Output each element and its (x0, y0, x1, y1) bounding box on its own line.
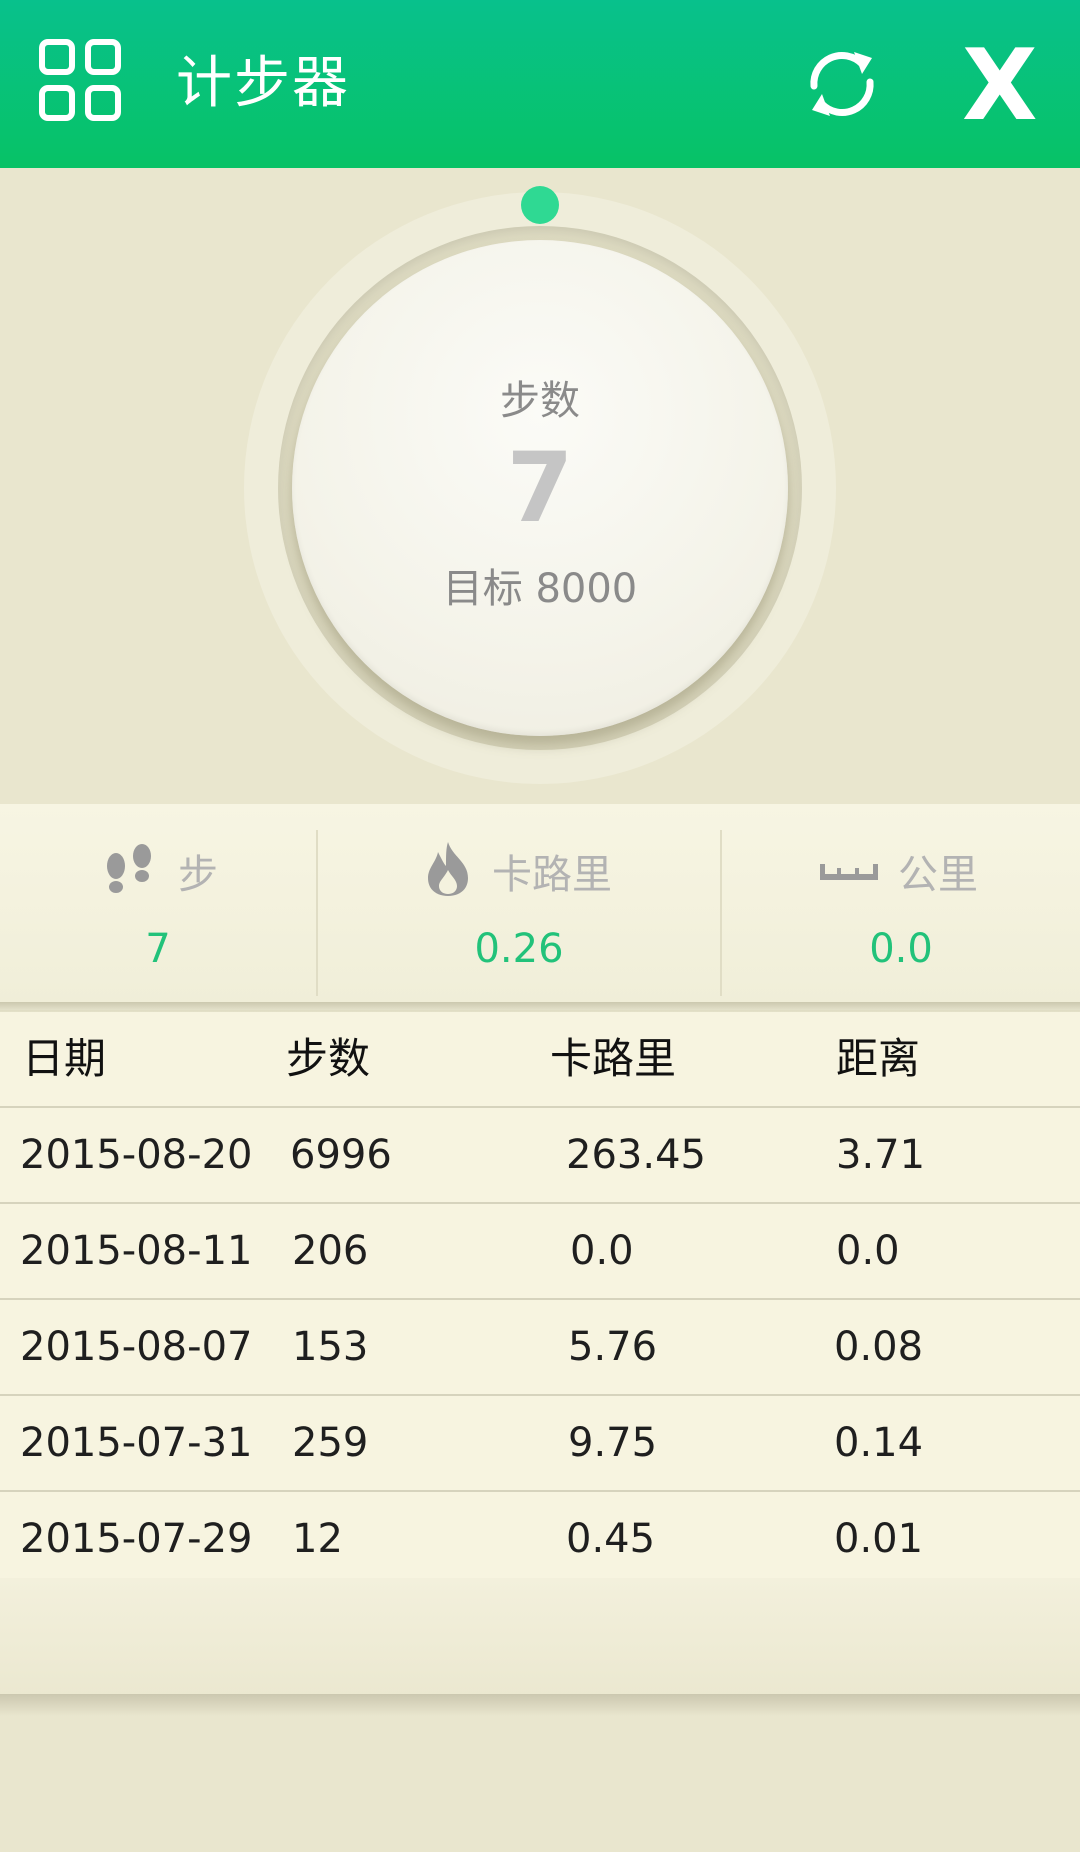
app-header: 计步器 X (0, 0, 1080, 168)
cell-distance: 0.14 (834, 1420, 924, 1466)
table-header-row: 日期 步数 卡路里 距离 (0, 1012, 1080, 1108)
column-header-distance: 距离 (836, 1034, 921, 1083)
dial-label: 步数 (500, 378, 580, 424)
cell-calories: 0.45 (566, 1516, 656, 1562)
history-table: 日期 步数 卡路里 距离 2015-08-20 6996 263.45 3.71… (0, 1012, 1080, 1588)
ruler-icon (820, 854, 878, 888)
cell-steps: 206 (292, 1228, 369, 1274)
page-title: 计步器 (176, 51, 350, 116)
cell-distance: 0.01 (834, 1516, 924, 1562)
stat-calories-value: 0.26 (474, 926, 564, 972)
grid-menu-icon[interactable] (38, 38, 122, 122)
column-header-steps: 步数 (286, 1034, 371, 1083)
stat-steps-label: 步 (178, 852, 218, 898)
cell-date: 2015-08-11 (20, 1228, 253, 1274)
cell-calories: 9.75 (568, 1420, 658, 1466)
close-button[interactable]: X (962, 37, 1072, 135)
progress-indicator-dot (521, 186, 559, 224)
stat-steps: 步 7 (0, 804, 316, 1010)
stat-distance: 公里 0.0 (722, 804, 1080, 1010)
cell-calories: 5.76 (568, 1324, 658, 1370)
cell-calories: 0.0 (570, 1228, 634, 1274)
cell-steps: 153 (292, 1324, 369, 1370)
column-header-calories: 卡路里 (550, 1034, 677, 1083)
stat-distance-label: 公里 (898, 852, 978, 898)
stat-calories: 卡路里 0.26 (318, 804, 720, 1010)
stat-calories-label: 卡路里 (492, 852, 612, 898)
bottom-panel (0, 1578, 1080, 1698)
refresh-icon[interactable] (800, 42, 884, 126)
cell-date: 2015-07-31 (20, 1420, 253, 1466)
cell-date: 2015-08-07 (20, 1324, 253, 1370)
cell-steps: 6996 (290, 1132, 392, 1178)
step-dial-area: 步数 7 目标 8000 (0, 168, 1080, 804)
bottom-panel-shadow (0, 1694, 1080, 1716)
table-row[interactable]: 2015-07-31 259 9.75 0.14 (0, 1396, 1080, 1492)
table-row[interactable]: 2015-08-11 206 0.0 0.0 (0, 1204, 1080, 1300)
dial-step-count: 7 (506, 432, 574, 544)
cell-distance: 0.08 (834, 1324, 924, 1370)
footsteps-icon (100, 842, 158, 900)
stat-distance-value: 0.0 (869, 926, 933, 972)
cell-date: 2015-07-29 (20, 1516, 253, 1562)
cell-distance: 0.0 (836, 1228, 900, 1274)
dial-goal: 目标 8000 (442, 566, 638, 612)
cell-steps: 259 (292, 1420, 369, 1466)
table-row[interactable]: 2015-08-20 6996 263.45 3.71 (0, 1108, 1080, 1204)
cell-date: 2015-08-20 (20, 1132, 253, 1178)
column-header-date: 日期 (22, 1034, 107, 1083)
stat-steps-value: 7 (145, 926, 171, 972)
cell-steps: 12 (292, 1516, 343, 1562)
cell-distance: 3.71 (836, 1132, 926, 1178)
table-row[interactable]: 2015-07-29 12 0.45 0.01 (0, 1492, 1080, 1588)
table-row[interactable]: 2015-08-07 153 5.76 0.08 (0, 1300, 1080, 1396)
stats-bar: 步 7 卡路里 0.26 公里 0.0 (0, 804, 1080, 1010)
cell-calories: 263.45 (566, 1132, 706, 1178)
flame-icon (424, 840, 472, 902)
